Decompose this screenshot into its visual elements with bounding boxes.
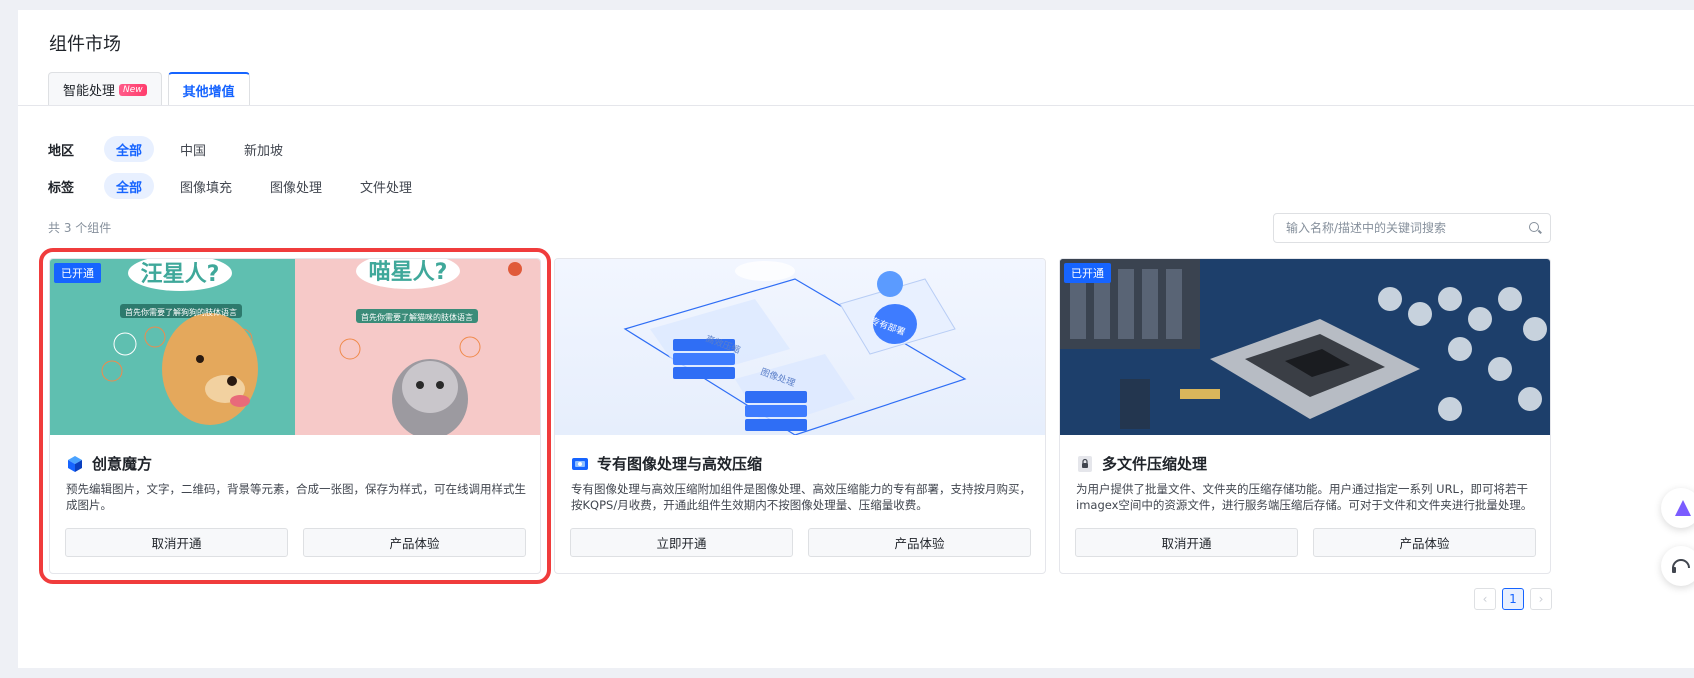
component-card-multi-file-compress[interactable]: 已开通 多文件压缩处理 为用户提供了批量文件、文件夹的压缩存储功能。用户通过指定… [1059, 258, 1551, 574]
pets-illustration: 汪星人? 喵星人? 首先你需要了解狗狗的肢体语言 首先你需要了解猫咪的肢体语言 [50, 259, 540, 435]
card-cover-image: 已开通 [1060, 259, 1550, 435]
cat-headline: 喵星人? [369, 260, 448, 285]
circuit-board-photo [1060, 259, 1550, 435]
tag-chip-image-fill[interactable]: 图像填充 [168, 173, 244, 199]
opened-badge: 已开通 [54, 263, 101, 283]
card-actions: 取消开通 产品体验 [65, 528, 526, 557]
search-input[interactable] [1286, 221, 1528, 235]
opened-badge: 已开通 [1064, 263, 1111, 283]
tab-divider [18, 105, 1694, 106]
product-trial-button[interactable]: 产品体验 [303, 528, 526, 557]
tag-chip-image-processing[interactable]: 图像处理 [258, 173, 334, 199]
card-actions: 取消开通 产品体验 [1075, 528, 1536, 557]
card-description: 预先编辑图片，文字，二维码，背景等元素，合成一张图，保存为样式，可在线调用样式生… [66, 482, 526, 512]
next-page-button[interactable]: › [1530, 588, 1552, 610]
image-processing-icon [572, 457, 588, 470]
tag-filter-label: 标签 [48, 180, 75, 196]
isometric-illustration: 高效压缩 图像处理 专有部署 [555, 259, 1045, 435]
search-box [1273, 213, 1551, 243]
region-chip-singapore[interactable]: 新加坡 [232, 136, 295, 162]
card-title-text: 多文件压缩处理 [1102, 455, 1208, 473]
headset-icon [1672, 559, 1690, 573]
region-chip-all[interactable]: 全部 [104, 136, 155, 162]
card-title: 多文件压缩处理 [1076, 453, 1207, 474]
cube-icon [68, 455, 82, 472]
card-description: 为用户提供了批量文件、文件夹的压缩存储功能。用户通过指定一系列 URL，即可将若… [1076, 482, 1533, 512]
cancel-subscription-button[interactable]: 取消开通 [65, 528, 288, 557]
tab-smart-processing[interactable]: 智能处理 New [48, 72, 162, 106]
page-1-button[interactable]: 1 [1502, 588, 1524, 610]
card-cover-image: 高效压缩 图像处理 专有部署 [555, 259, 1045, 435]
tag-chip-file-processing[interactable]: 文件处理 [348, 173, 424, 199]
product-trial-button[interactable]: 产品体验 [808, 528, 1031, 557]
tab-bar: 智能处理 New 其他增值 [48, 72, 250, 106]
cancel-subscription-button[interactable]: 取消开通 [1075, 528, 1298, 557]
region-chip-china[interactable]: 中国 [168, 136, 218, 162]
card-cover-image: 汪星人? 喵星人? 首先你需要了解狗狗的肢体语言 首先你需要了解猫咪的肢体语言 … [50, 259, 540, 435]
dog-headline: 汪星人? [141, 262, 220, 287]
cat-subline: 首先你需要了解猫咪的肢体语言 [361, 312, 473, 322]
component-count: 共 3 个组件 [48, 221, 112, 235]
prev-page-button[interactable]: ‹ [1474, 588, 1496, 610]
dog-subline: 首先你需要了解狗狗的肢体语言 [125, 307, 237, 317]
region-filter-label: 地区 [48, 143, 75, 159]
new-badge: New [119, 83, 147, 96]
card-title-text: 创意魔方 [92, 455, 153, 473]
card-title: 创意魔方 [66, 453, 152, 474]
card-title: 专有图像处理与高效压缩 [571, 453, 762, 474]
main-panel: 组件市场 智能处理 New 其他增值 地区 全部 中国 新加坡 标签 全部 图像… [18, 10, 1694, 668]
component-card-creative-cube[interactable]: 汪星人? 喵星人? 首先你需要了解狗狗的肢体语言 首先你需要了解猫咪的肢体语言 … [39, 248, 551, 584]
card-title-text: 专有图像处理与高效压缩 [597, 455, 763, 473]
lock-file-icon [1078, 455, 1092, 472]
card-description: 专有图像处理与高效压缩附加组件是图像处理、高效压缩能力的专有部署，支持按月购买，… [571, 482, 1031, 512]
tab-label: 其他增值 [182, 84, 235, 100]
card-actions: 立即开通 产品体验 [570, 528, 1031, 557]
support-float-button[interactable] [1661, 546, 1694, 586]
pagination: ‹ 1 › [1474, 588, 1552, 610]
tab-other-value-added[interactable]: 其他增值 [167, 72, 250, 106]
region-filter: 地区 全部 中国 新加坡 [48, 136, 309, 162]
assistant-float-button[interactable] [1661, 488, 1694, 528]
ai-assistant-icon [1675, 500, 1691, 516]
page-title: 组件市场 [49, 34, 121, 55]
tab-label: 智能处理 [63, 84, 116, 99]
product-trial-button[interactable]: 产品体验 [1313, 528, 1536, 557]
component-card-dedicated-processing[interactable]: 高效压缩 图像处理 专有部署 专有图像处理与高效压缩 专有图像处理与高效压缩附加… [554, 258, 1046, 574]
activate-now-button[interactable]: 立即开通 [570, 528, 793, 557]
search-icon[interactable] [1528, 221, 1542, 235]
tag-filter: 标签 全部 图像填充 图像处理 文件处理 [48, 173, 438, 199]
tag-chip-all[interactable]: 全部 [104, 173, 155, 199]
